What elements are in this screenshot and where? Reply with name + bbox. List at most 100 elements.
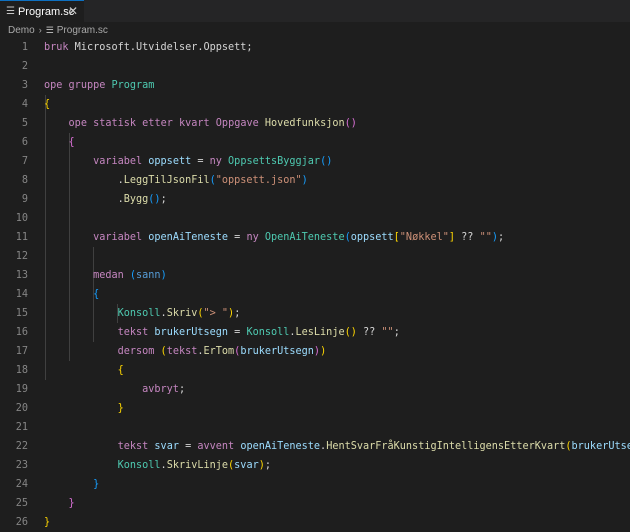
code-token: sann <box>136 270 161 281</box>
code-line[interactable]: 9 .Bygg(); <box>0 190 630 209</box>
line-number: 18 <box>15 365 28 376</box>
code-token: ?? <box>455 232 480 243</box>
code-text: variabel openAiTeneste = ny OpenAiTenest… <box>44 228 504 247</box>
code-text: } <box>44 475 99 494</box>
code-token: () <box>320 156 333 167</box>
code-line[interactable]: 17 dersom (tekst.ErTom(brukerUtsegn)) <box>0 342 630 361</box>
code-token: "oppsett.json" <box>215 175 302 186</box>
code-token: dersom <box>117 346 161 357</box>
code-token: tekst <box>166 346 198 357</box>
code-token: bruk <box>44 42 75 53</box>
tab-program-sc[interactable]: ☰ Program.sc ✕ <box>0 0 84 22</box>
code-line[interactable]: 3 ope gruppe Program <box>0 76 630 95</box>
line-number: 24 <box>15 479 28 490</box>
code-token: } <box>93 479 100 490</box>
code-token: svar <box>154 441 186 452</box>
code-token: . <box>44 175 124 186</box>
code-token: () <box>148 194 161 205</box>
line-number: 6 <box>21 137 28 148</box>
file-lines-icon: ☰ <box>45 24 54 35</box>
code-token: { <box>117 365 124 376</box>
code-text: avbryt; <box>44 380 185 399</box>
line-number: 4 <box>21 99 28 110</box>
line-number: 23 <box>15 460 28 471</box>
code-token: ; <box>234 308 241 319</box>
code-line[interactable]: 11 variabel openAiTeneste = ny OpenAiTen… <box>0 228 630 247</box>
code-line[interactable]: 26} <box>0 513 630 532</box>
code-text: } <box>44 513 50 532</box>
code-line[interactable]: 6 { <box>0 133 630 152</box>
code-token: etter <box>142 118 179 129</box>
code-line[interactable]: 20 } <box>0 399 630 418</box>
code-token: ) <box>160 270 167 281</box>
code-line[interactable]: 14 { <box>0 285 630 304</box>
code-line[interactable]: 10 <box>0 209 630 228</box>
code-line[interactable]: 23 Konsoll.SkrivLinje(svar); <box>0 456 630 475</box>
code-line[interactable]: 2 <box>0 57 630 76</box>
code-text: dersom (tekst.ErTom(brukerUtsegn)) <box>44 342 327 361</box>
code-line[interactable]: 4{ <box>0 95 630 114</box>
code-token: Microsoft.Utvidelser.Oppsett; <box>74 42 253 53</box>
code-token: ; <box>160 194 167 205</box>
code-text: bruk Microsoft.Utvidelser.Oppsett; <box>44 38 253 57</box>
code-token: Oppgave <box>215 118 265 129</box>
code-line[interactable]: 8 .LeggTilJsonFil("oppsett.json") <box>0 171 630 190</box>
breadcrumb-file[interactable]: Program.sc <box>57 25 108 36</box>
code-token: kvart <box>178 118 216 129</box>
line-number: 17 <box>15 346 28 357</box>
line-number: 9 <box>21 194 28 205</box>
line-number: 16 <box>15 327 28 338</box>
code-line[interactable]: 1 bruk Microsoft.Utvidelser.Oppsett; <box>0 38 630 57</box>
code-text: { <box>44 95 50 114</box>
code-token: LeggTilJsonFil <box>123 175 210 186</box>
line-number: 1 <box>21 42 28 53</box>
code-token: brukerUtsegn <box>571 441 630 452</box>
close-icon[interactable]: ✕ <box>68 4 78 18</box>
code-token: } <box>44 517 51 528</box>
code-line[interactable]: 15 Konsoll.Skriv("> "); <box>0 304 630 323</box>
code-line[interactable]: 22 tekst svar = avvent openAiTeneste.Hen… <box>0 437 630 456</box>
code-token: brukerUtsegn <box>240 346 314 357</box>
code-line[interactable]: 18 { <box>0 361 630 380</box>
code-token: svar <box>234 460 259 471</box>
code-token: Bygg <box>123 194 149 205</box>
code-editor[interactable]: 1 bruk Microsoft.Utvidelser.Oppsett; 2 3 ope… <box>0 38 630 528</box>
code-line[interactable]: 12 <box>0 247 630 266</box>
code-line[interactable]: 25 } <box>0 494 630 513</box>
code-token: } <box>68 498 75 509</box>
code-token: "> " <box>203 308 229 319</box>
line-number: 2 <box>21 61 28 72</box>
code-text: ope statisk etter kvart Oppgave Hovedfun… <box>44 114 357 133</box>
code-token: Hovedfunksjon <box>264 118 345 129</box>
code-line[interactable]: 21 <box>0 418 630 437</box>
code-text: tekst svar = avvent openAiTeneste.HentSv… <box>44 437 630 456</box>
code-token: HentSvarFråKunstigIntelligensEtterKvart <box>326 441 566 452</box>
code-line[interactable]: 19 avbryt; <box>0 380 630 399</box>
code-line[interactable]: 16 tekst brukerUtsegn = Konsoll.LesLinje… <box>0 323 630 342</box>
code-token: gruppe <box>68 80 112 91</box>
code-line[interactable]: 7 variabel oppsett = ny OppsettsByggjar(… <box>0 152 630 171</box>
breadcrumb-folder[interactable]: Demo <box>8 25 35 36</box>
code-token: Skriv <box>166 308 198 319</box>
code-line[interactable]: 13 medan (sann) <box>0 266 630 285</box>
code-token: openAiTeneste <box>240 441 321 452</box>
code-token: ) <box>301 175 308 186</box>
line-number: 21 <box>15 422 28 433</box>
code-text: Konsoll.SkrivLinje(svar); <box>44 456 271 475</box>
code-text: } <box>44 399 124 418</box>
code-text: .Bygg(); <box>44 190 167 209</box>
code-token: Konsoll <box>117 308 161 319</box>
code-line[interactable]: 24 } <box>0 475 630 494</box>
code-token: medan <box>93 270 130 281</box>
line-number: 7 <box>21 156 28 167</box>
code-line[interactable]: 5 ope statisk etter kvart Oppgave Hovedf… <box>0 114 630 133</box>
code-token: = <box>197 156 210 167</box>
tab-bar: ☰ Program.sc ✕ <box>0 0 630 22</box>
breadcrumb-separator: › <box>38 25 42 35</box>
